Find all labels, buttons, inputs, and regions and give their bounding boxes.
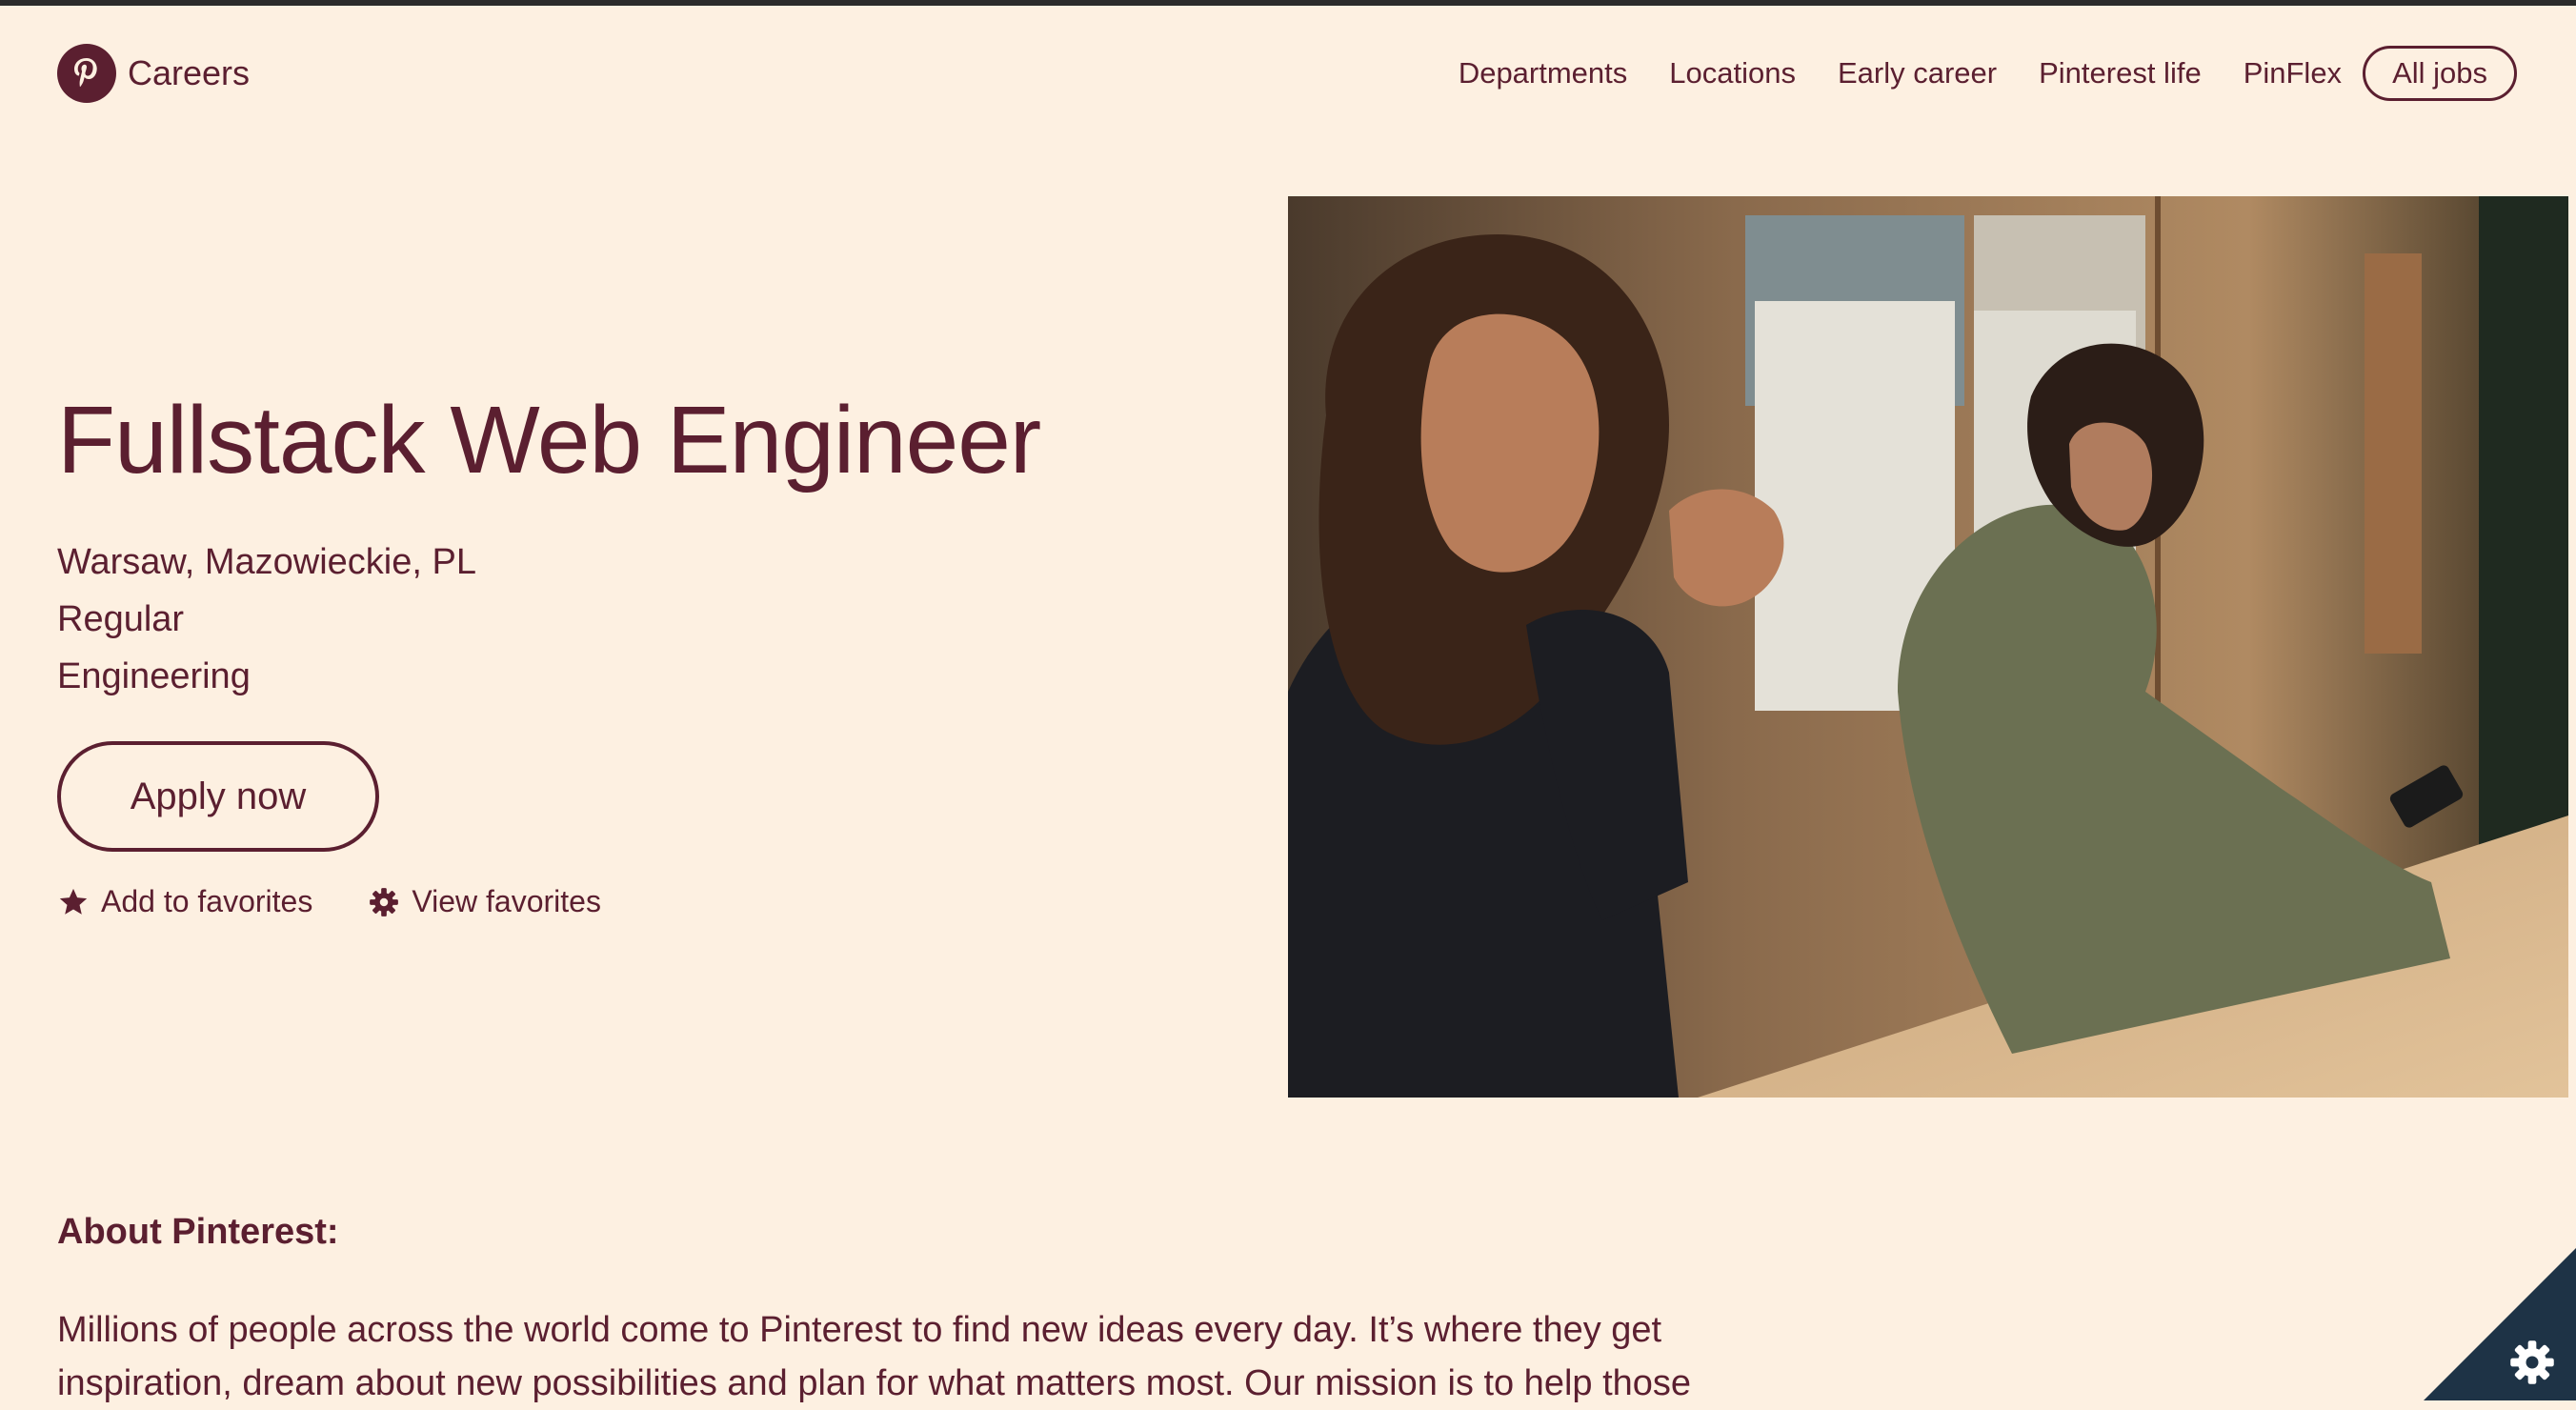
settings-gear-icon bbox=[2510, 1340, 2554, 1384]
window-top-border bbox=[0, 0, 2576, 6]
pinterest-logo-icon bbox=[57, 44, 116, 103]
view-favorites-label: View favorites bbox=[412, 884, 601, 918]
job-title: Fullstack Web Engineer bbox=[57, 387, 1041, 494]
favorites-actions: Add to favorites View favorites bbox=[57, 884, 601, 919]
nav-locations[interactable]: Locations bbox=[1669, 56, 1796, 91]
job-meta: Warsaw, Mazowieckie, PL Regular Engineer… bbox=[57, 534, 476, 705]
careers-home-link[interactable]: Careers bbox=[57, 44, 250, 103]
settings-corner-widget[interactable] bbox=[2424, 1248, 2576, 1400]
view-favorites-link[interactable]: View favorites bbox=[368, 884, 601, 919]
add-to-favorites-label: Add to favorites bbox=[101, 884, 313, 918]
job-type: Regular bbox=[57, 599, 185, 639]
job-location: Warsaw, Mazowieckie, PL bbox=[57, 542, 476, 582]
apply-now-button[interactable]: Apply now bbox=[57, 741, 379, 852]
nav-early-career[interactable]: Early career bbox=[1838, 56, 1997, 91]
star-icon bbox=[59, 888, 88, 915]
job-department: Engineering bbox=[57, 656, 251, 696]
nav-pinterest-life[interactable]: Pinterest life bbox=[2039, 56, 2202, 91]
hero-photo bbox=[1288, 196, 2568, 1098]
brand-label: Careers bbox=[128, 53, 251, 92]
main-nav: Departments Locations Early career Pinte… bbox=[1459, 46, 2517, 101]
all-jobs-button[interactable]: All jobs bbox=[2363, 46, 2517, 101]
gear-icon bbox=[370, 887, 399, 916]
about-heading: About Pinterest: bbox=[57, 1212, 339, 1252]
office-photo bbox=[1288, 196, 2568, 1098]
add-to-favorites-link[interactable]: Add to favorites bbox=[57, 884, 312, 919]
nav-pinflex[interactable]: PinFlex bbox=[2244, 56, 2342, 91]
about-text: Millions of people across the world come… bbox=[57, 1310, 1692, 1403]
nav-departments[interactable]: Departments bbox=[1459, 56, 1627, 91]
